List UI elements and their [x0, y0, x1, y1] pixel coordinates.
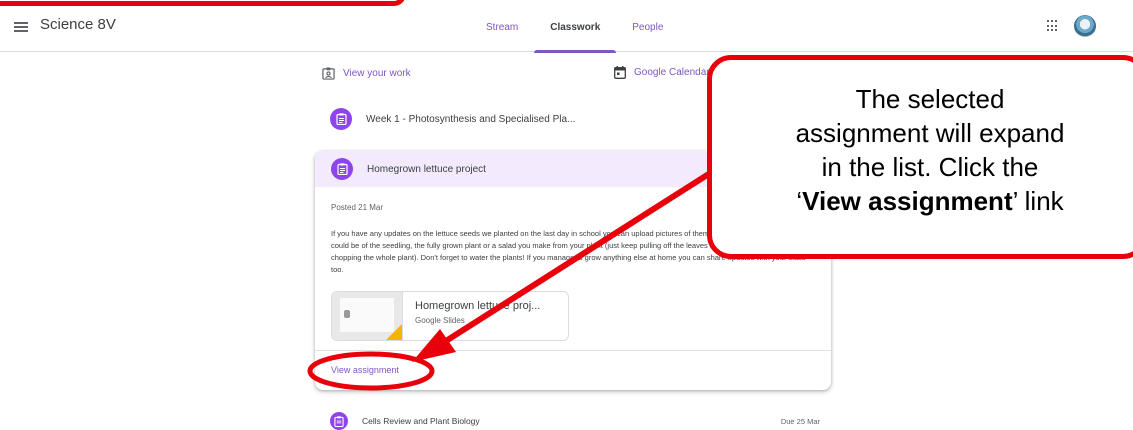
tab-classwork[interactable]: Classwork — [534, 0, 617, 53]
assignment-icon — [331, 158, 353, 180]
google-calendar-link[interactable]: Google Calendar — [614, 66, 710, 79]
callout-line3: in the list. Click the — [821, 152, 1039, 182]
apps-grid-icon[interactable] — [1047, 20, 1059, 32]
attachment-title: Homegrown lettuce proj... — [415, 300, 541, 312]
callout-line2: assignment will expand — [795, 118, 1065, 148]
posted-date: Posted 21 Mar — [331, 203, 384, 212]
view-your-work-label: View your work — [343, 68, 411, 79]
topic-week1-item[interactable]: Week 1 - Photosynthesis and Specialised … — [330, 108, 575, 130]
card-divider — [315, 350, 831, 351]
avatar[interactable] — [1074, 15, 1096, 37]
assignment-list-item[interactable]: Cells Review and Plant Biology Due 25 Ma… — [330, 412, 830, 430]
attachment-card[interactable]: Homegrown lettuce proj... Google Slides — [331, 291, 569, 341]
view-your-work-link[interactable]: View your work — [322, 67, 411, 80]
callout-line4: ‘View assignment’ link — [718, 184, 1133, 218]
callout-bold: View assignment — [802, 186, 1013, 216]
assignment-icon — [330, 108, 352, 130]
google-calendar-label: Google Calendar — [634, 67, 710, 78]
calendar-icon — [614, 66, 626, 79]
assignment-ind-icon — [322, 67, 335, 80]
tab-bar: Stream Classwork People — [470, 0, 679, 53]
hamburger-menu-icon[interactable] — [14, 22, 28, 32]
due-date: Due 25 Mar — [780, 416, 820, 426]
callout-line1: The selected — [855, 84, 1005, 114]
class-title[interactable]: Science 8V — [40, 16, 116, 33]
attachment-thumbnail — [332, 292, 403, 340]
assignment-title: Homegrown lettuce project — [367, 163, 486, 175]
assignment-icon — [330, 412, 348, 430]
callout-quote-close: ’ link — [1012, 186, 1064, 216]
assignment-list-title: Cells Review and Plant Biology — [362, 416, 480, 426]
topic-week1-title: Week 1 - Photosynthesis and Specialised … — [366, 113, 576, 125]
tab-stream[interactable]: Stream — [470, 0, 534, 52]
view-assignment-link[interactable]: View assignment — [331, 365, 399, 375]
instruction-callout: The selected assignment will expand in t… — [707, 55, 1133, 259]
tab-people[interactable]: People — [616, 0, 679, 52]
attachment-type: Google Slides — [415, 316, 465, 325]
top-app-bar: Science 8V Stream Classwork People — [0, 0, 1133, 53]
annotation-frame-top — [0, 0, 406, 6]
